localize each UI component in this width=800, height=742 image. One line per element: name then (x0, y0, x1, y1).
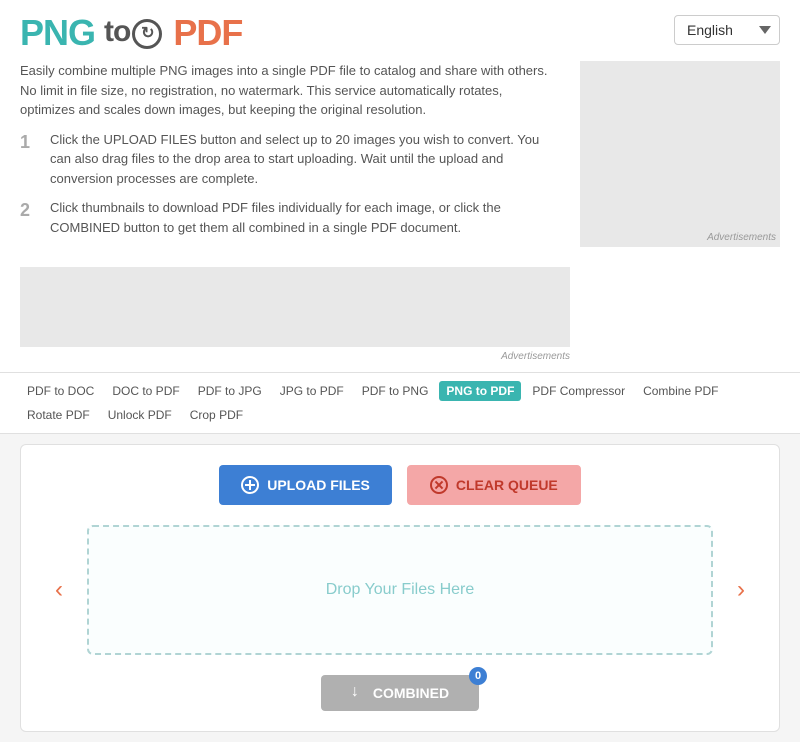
drop-zone[interactable]: Drop Your Files Here (87, 525, 713, 655)
language-select[interactable]: English Español Français Deutsch Portugu… (674, 15, 780, 45)
combined-area: COMBINED 0 (41, 675, 759, 711)
ad-label-right: Advertisements (703, 228, 780, 247)
clear-button[interactable]: CLEAR QUEUE (407, 465, 581, 505)
description-area: Easily combine multiple PNG images into … (20, 61, 560, 247)
step-1-number: 1 (20, 130, 40, 155)
logo-pdf: PDF (173, 15, 242, 51)
step-2: 2 Click thumbnails to download PDF files… (20, 198, 560, 237)
tool-nav: PDF to DOCDOC to PDFPDF to JPGJPG to PDF… (0, 372, 800, 434)
plus-icon (241, 476, 259, 494)
ad-banner-label: Advertisements (20, 347, 570, 362)
upload-label: UPLOAD FILES (267, 477, 370, 493)
logo-png: PNG (20, 15, 95, 51)
combined-button[interactable]: COMBINED 0 (321, 675, 479, 711)
tool-nav-item-pdf-to-jpg[interactable]: PDF to JPG (191, 381, 269, 401)
header: PNG to PDF English Español Français Deut… (0, 0, 800, 61)
step-2-number: 2 (20, 198, 40, 223)
tool-nav-item-unlock-pdf[interactable]: Unlock PDF (101, 405, 179, 425)
tool-area: UPLOAD FILES CLEAR QUEUE ‹ Drop Your Fil… (20, 444, 780, 732)
step-2-text: Click thumbnails to download PDF files i… (50, 198, 560, 237)
logo-to: to (104, 17, 164, 48)
tool-nav-item-png-to-pdf[interactable]: PNG to PDF (439, 381, 521, 401)
content-area: Easily combine multiple PNG images into … (0, 61, 800, 257)
tool-nav-item-pdf-to-png[interactable]: PDF to PNG (355, 381, 436, 401)
drop-zone-wrapper: ‹ Drop Your Files Here › (41, 525, 759, 655)
tool-nav-item-rotate-pdf[interactable]: Rotate PDF (20, 405, 97, 425)
tool-nav-item-crop-pdf[interactable]: Crop PDF (183, 405, 250, 425)
logo-rotate-icon (132, 19, 162, 49)
download-icon (351, 686, 365, 700)
next-arrow-button[interactable]: › (723, 572, 759, 608)
intro-text: Easily combine multiple PNG images into … (20, 61, 560, 120)
x-icon (430, 476, 448, 494)
prev-arrow-button[interactable]: ‹ (41, 572, 77, 608)
step-1: 1 Click the UPLOAD FILES button and sele… (20, 130, 560, 189)
tool-nav-item-pdf-to-doc[interactable]: PDF to DOC (20, 381, 101, 401)
combined-badge: 0 (469, 667, 487, 685)
steps-list: 1 Click the UPLOAD FILES button and sele… (20, 130, 560, 238)
tool-nav-item-doc-to-pdf[interactable]: DOC to PDF (105, 381, 186, 401)
tool-nav-item-pdf-compressor[interactable]: PDF Compressor (525, 381, 632, 401)
tool-nav-item-combine-pdf[interactable]: Combine PDF (636, 381, 725, 401)
ad-banner: Advertisements (0, 257, 800, 372)
ad-box-right: Advertisements (580, 61, 780, 247)
upload-button[interactable]: UPLOAD FILES (219, 465, 392, 505)
tool-buttons: UPLOAD FILES CLEAR QUEUE (41, 465, 759, 505)
combined-label: COMBINED (373, 685, 449, 701)
ad-banner-inner (20, 267, 570, 347)
step-1-text: Click the UPLOAD FILES button and select… (50, 130, 560, 189)
drop-zone-text: Drop Your Files Here (326, 581, 475, 599)
tool-nav-item-jpg-to-pdf[interactable]: JPG to PDF (273, 381, 351, 401)
logo: PNG to PDF (20, 15, 242, 51)
clear-label: CLEAR QUEUE (456, 477, 558, 493)
